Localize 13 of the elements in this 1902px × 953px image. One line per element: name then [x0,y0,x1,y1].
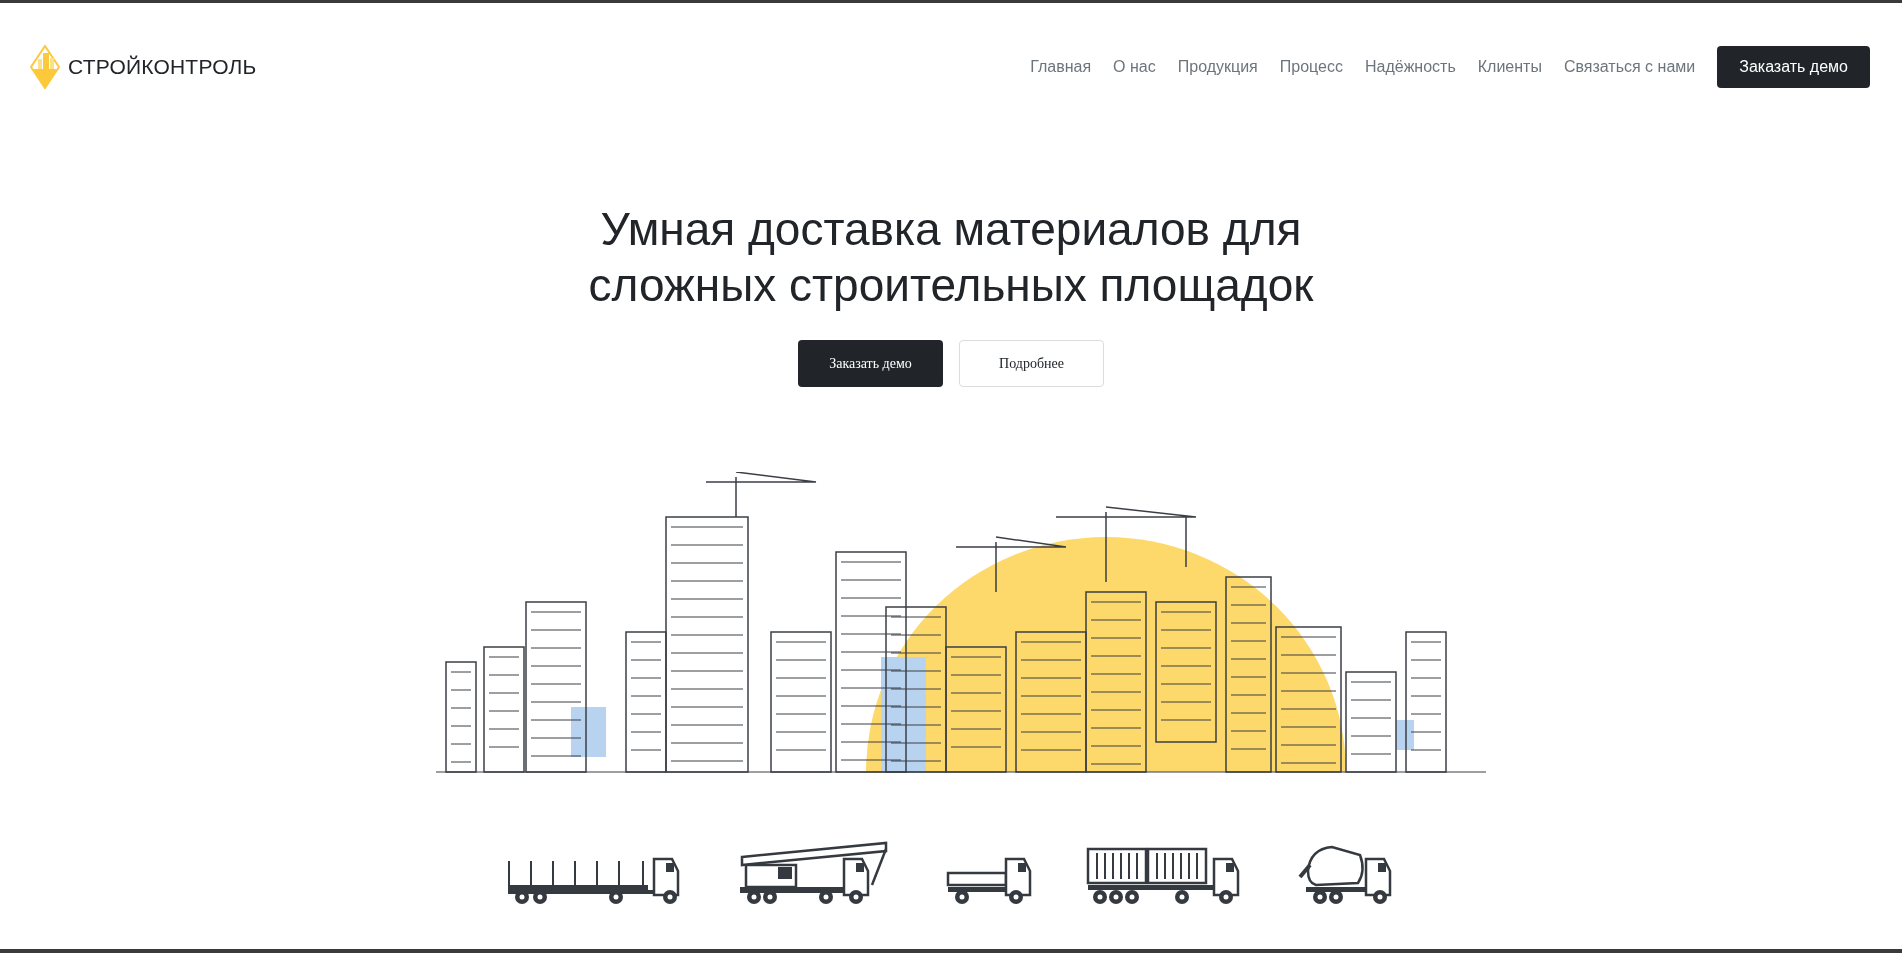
nav-link[interactable]: Процесс [1268,55,1354,79]
logo-icon [30,45,60,89]
order-demo-button[interactable]: Заказать демо [798,340,943,387]
nav-link[interactable]: Продукция [1166,55,1269,79]
nav-link[interactable]: Связаться с нами [1552,55,1707,79]
order-demo-button[interactable]: Заказать демо [1717,46,1870,88]
nav-link[interactable]: О нас [1102,55,1167,79]
nav-link[interactable]: Главная [1019,55,1103,79]
hero-title: Умная доставка материалов для сложных строительных площадок [588,202,1314,313]
nav-link[interactable]: Надёжность [1353,55,1467,79]
more-button[interactable]: Подробнее [959,340,1104,387]
brand-name[interactable]: СТРОЙКОНТРОЛЬ [68,51,257,83]
nav-link[interactable]: Клиенты [1466,55,1553,79]
